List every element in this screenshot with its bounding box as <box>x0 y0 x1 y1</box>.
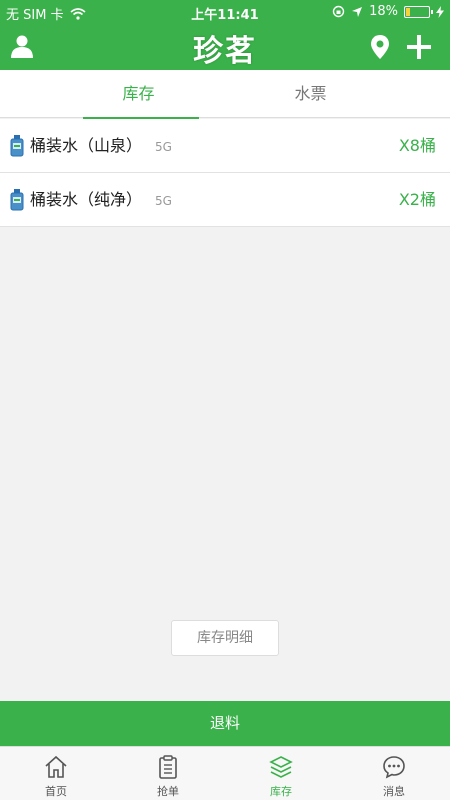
battery-icon <box>404 5 433 18</box>
nav-home-label: 首页 <box>45 785 67 798</box>
nav-grab-order-label: 抢单 <box>157 785 179 798</box>
item-name: 桶装水（纯净） <box>30 190 143 209</box>
status-bar: 无 SIM 卡 上午11:41 18% <box>0 0 450 24</box>
water-bottle-icon <box>10 135 24 157</box>
nav-inventory-label: 库存 <box>270 785 292 798</box>
battery-percent: 18% <box>369 4 398 19</box>
location-arrow-icon <box>352 6 363 17</box>
tab-inventory-label: 库存 <box>122 84 155 103</box>
home-icon <box>45 755 67 778</box>
list-item[interactable]: 桶装水（纯净） 5G X2桶 <box>0 173 450 227</box>
rotation-lock-icon <box>332 5 345 18</box>
tab-water-tickets[interactable]: 水票 <box>198 70 423 118</box>
plus-icon[interactable] <box>406 34 432 60</box>
bottom-nav: 首页 抢单 库存 消息 <box>0 746 450 800</box>
layers-icon <box>269 756 293 778</box>
list-item[interactable]: 桶装水（山泉） 5G X8桶 <box>0 119 450 173</box>
item-name: 桶装水（山泉） <box>30 136 143 155</box>
tab-water-tickets-label: 水票 <box>294 84 327 103</box>
clipboard-icon <box>159 755 177 779</box>
nav-home[interactable]: 首页 <box>0 747 112 800</box>
nav-messages[interactable]: 消息 <box>338 747 450 800</box>
nav-bar: 珍茗 <box>0 24 450 70</box>
item-quantity: X8桶 <box>398 136 436 155</box>
nav-inventory[interactable]: 库存 <box>225 747 337 800</box>
location-icon[interactable] <box>369 34 391 60</box>
item-spec: 5G <box>155 140 172 154</box>
water-bottle-icon <box>10 189 24 211</box>
chat-icon <box>383 756 405 779</box>
nav-messages-label: 消息 <box>383 785 405 798</box>
top-bar: 无 SIM 卡 上午11:41 18% 珍茗 <box>0 0 450 70</box>
nav-grab-order[interactable]: 抢单 <box>112 747 224 800</box>
charging-icon <box>436 5 444 18</box>
return-material-button[interactable]: 退料 <box>0 701 450 746</box>
item-quantity: X2桶 <box>398 190 436 209</box>
item-spec: 5G <box>155 194 172 208</box>
inventory-detail-button[interactable]: 库存明细 <box>171 620 279 656</box>
tab-bar: 库存 水票 <box>0 70 450 119</box>
